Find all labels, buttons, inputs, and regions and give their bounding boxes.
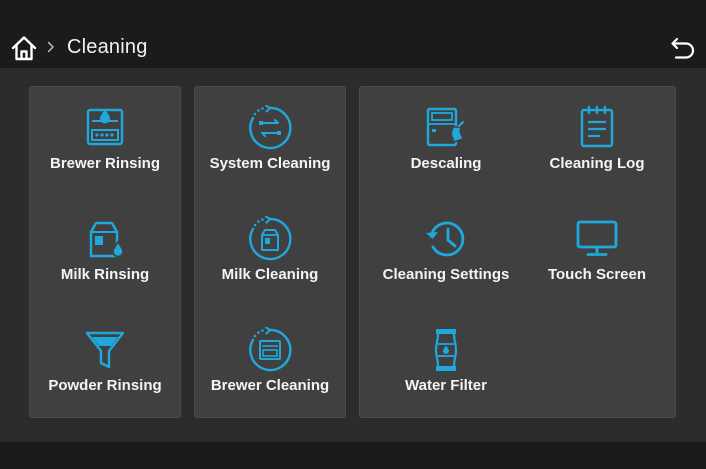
cleaning-screen: Cleaning Brewer Rinsing Milk Rinsing Pow…	[0, 0, 706, 469]
chevron-right-icon	[46, 37, 56, 57]
tile-label: Water Filter	[405, 377, 487, 394]
return-arrow-icon	[669, 35, 697, 61]
tile-label: Cleaning Settings	[382, 266, 510, 283]
water-filter-icon	[423, 327, 469, 373]
maintenance-panel: Descaling Cleaning Log Cleaning Settings…	[359, 86, 676, 418]
milk-cycle-icon	[247, 216, 293, 262]
cleaning-settings-button[interactable]: Cleaning Settings	[371, 198, 521, 302]
footer-bar	[0, 442, 706, 469]
tile-label: Brewer Cleaning	[210, 377, 330, 394]
brewer-rinsing-button[interactable]: Brewer Rinsing	[30, 87, 180, 191]
milk-rinsing-button[interactable]: Milk Rinsing	[30, 198, 180, 302]
home-icon	[9, 33, 39, 63]
main-area: Brewer Rinsing Milk Rinsing Powder Rinsi…	[0, 68, 706, 442]
home-button[interactable]	[9, 33, 39, 63]
funnel-icon	[82, 327, 128, 373]
water-filter-button[interactable]: Water Filter	[371, 309, 521, 413]
brewer-cycle-icon	[247, 327, 293, 373]
powder-rinsing-button[interactable]: Powder Rinsing	[30, 309, 180, 413]
tile-label: Descaling	[410, 155, 482, 172]
system-cleaning-button[interactable]: System Cleaning	[195, 87, 345, 191]
system-cycle-icon	[247, 105, 293, 151]
milk-cleaning-button[interactable]: Milk Cleaning	[195, 198, 345, 302]
descaling-icon	[423, 105, 469, 151]
history-clock-icon	[423, 216, 469, 262]
tile-label: Brewer Rinsing	[49, 155, 161, 172]
tile-label: Milk Rinsing	[60, 266, 150, 283]
header-bar: Cleaning	[0, 0, 706, 68]
cleaning-panel: System Cleaning Milk Cleaning Brewer Cle…	[194, 86, 346, 418]
rinsing-panel: Brewer Rinsing Milk Rinsing Powder Rinsi…	[29, 86, 181, 418]
tile-label: Powder Rinsing	[48, 377, 162, 394]
tile-label: System Cleaning	[209, 155, 331, 172]
touch-screen-button[interactable]: Touch Screen	[522, 198, 672, 302]
cleaning-log-button[interactable]: Cleaning Log	[522, 87, 672, 191]
tile-label: Cleaning Log	[549, 155, 645, 172]
monitor-icon	[574, 216, 620, 262]
descaling-button[interactable]: Descaling	[371, 87, 521, 191]
tile-label: Touch Screen	[547, 266, 647, 283]
back-button[interactable]	[669, 35, 697, 61]
brewer-cleaning-button[interactable]: Brewer Cleaning	[195, 309, 345, 413]
milk-carton-drop-icon	[82, 216, 128, 262]
brewer-rinse-icon	[82, 105, 128, 151]
page-title: Cleaning	[67, 36, 148, 58]
tile-label: Milk Cleaning	[221, 266, 319, 283]
clipboard-icon	[574, 105, 620, 151]
